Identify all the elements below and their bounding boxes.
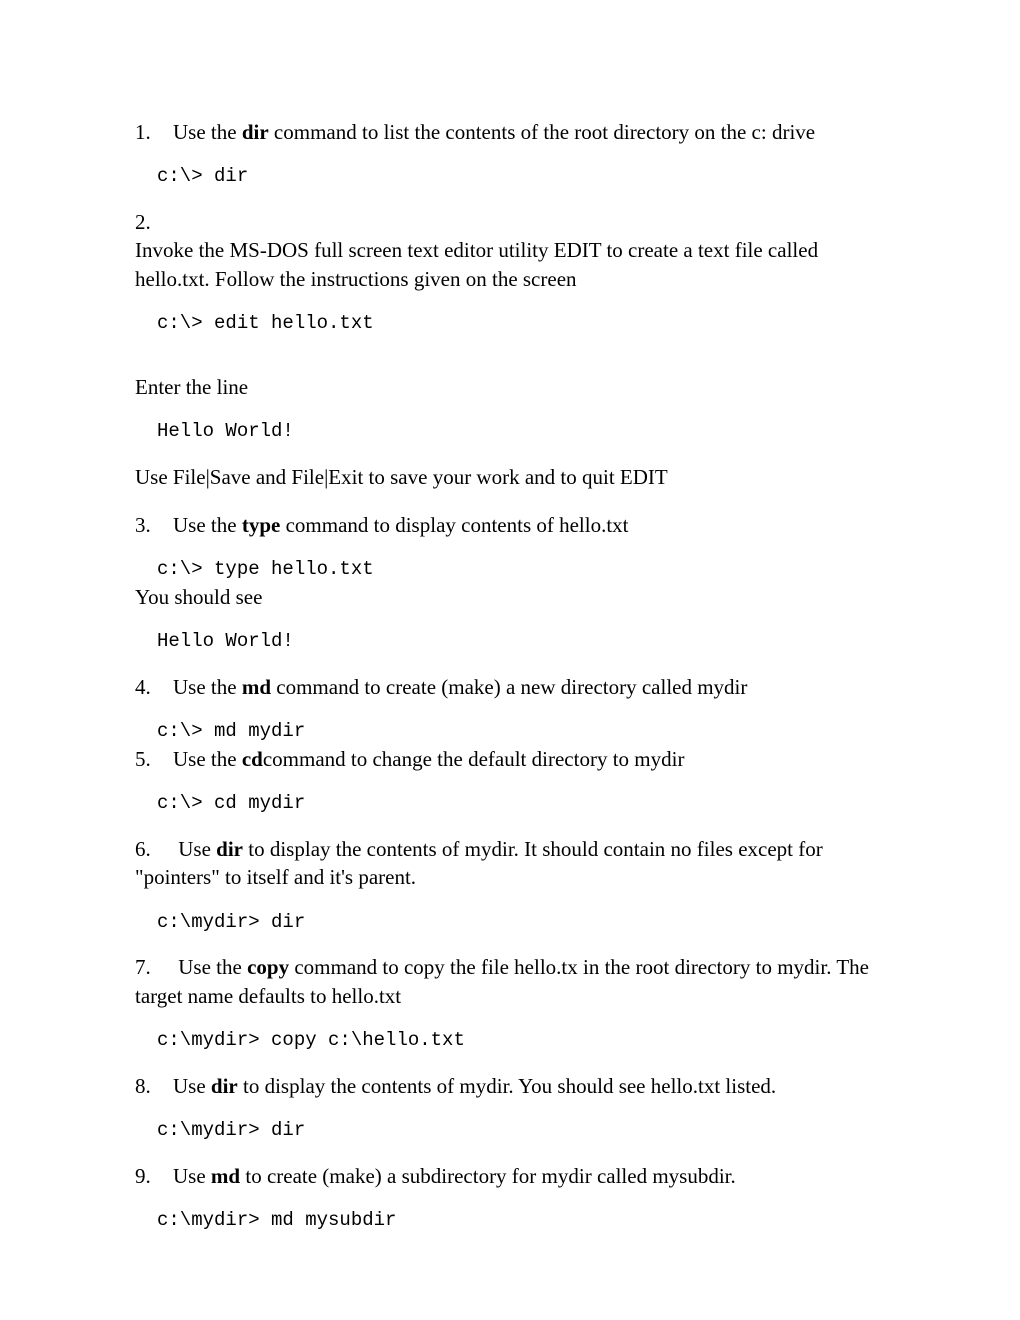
list-item: 3. Use the type command to display conte… <box>135 511 885 539</box>
step-body: Use the cdcommand to change the default … <box>173 745 885 773</box>
step-pre-text: Use <box>178 837 216 861</box>
step-body: Use md to create (make) a subdirectory f… <box>173 1162 885 1190</box>
step-pre-text: Use <box>173 1074 211 1098</box>
list-item: 6. Use dir to display the contents of my… <box>135 835 885 892</box>
list-item: 8. Use dir to display the contents of my… <box>135 1072 885 1100</box>
step-post-text: command to list the contents of the root… <box>269 120 815 144</box>
list-item: 2. Invoke the MS-DOS full screen text ed… <box>135 208 885 293</box>
step-pre-text: Use the <box>173 513 242 537</box>
code-block: c:\> cd mydir <box>157 791 885 817</box>
step-body: Use the dir command to list the contents… <box>173 118 885 146</box>
step-number: 3. <box>135 511 173 539</box>
list-item: 9. Use md to create (make) a subdirector… <box>135 1162 885 1190</box>
step-bold: md <box>242 675 271 699</box>
step-body: Use the md command to create (make) a ne… <box>173 673 885 701</box>
step-bold: dir <box>216 837 243 861</box>
step-bold: cd <box>242 747 263 771</box>
step-post-text: to create (make) a subdirectory for mydi… <box>240 1164 736 1188</box>
step-text: Invoke the MS-DOS full screen text edito… <box>135 238 818 290</box>
list-item: 1. Use the dir command to list the conte… <box>135 118 885 146</box>
step-bold: md <box>211 1164 240 1188</box>
step-bold: type <box>242 513 281 537</box>
step-pre-text: Use the <box>173 120 242 144</box>
step-pre-text: Use the <box>173 675 242 699</box>
step-number: 1. <box>135 118 173 146</box>
step-body: 7. Use the copy command to copy the file… <box>135 953 885 1010</box>
code-block: c:\> type hello.txt <box>157 557 885 583</box>
paragraph: You should see <box>135 583 885 611</box>
step-bold: dir <box>242 120 269 144</box>
step-body: 6. Use dir to display the contents of my… <box>135 835 885 892</box>
step-number: 4. <box>135 673 173 701</box>
step-pre-text: Use the <box>173 747 242 771</box>
step-body: Use the type command to display contents… <box>173 511 885 539</box>
list-item: 4. Use the md command to create (make) a… <box>135 673 885 701</box>
code-block: c:\mydir> dir <box>157 1118 885 1144</box>
step-post-text: command to change the default directory … <box>263 747 685 771</box>
step-bold: copy <box>247 955 289 979</box>
code-block: Hello World! <box>157 419 885 445</box>
code-block: c:\> edit hello.txt <box>157 311 885 337</box>
list-item: 5. Use the cdcommand to change the defau… <box>135 745 885 773</box>
step-number: 5. <box>135 745 173 773</box>
step-post-text: to display the contents of mydir. You sh… <box>238 1074 776 1098</box>
list-item: 7. Use the copy command to copy the file… <box>135 953 885 1010</box>
step-bold: dir <box>211 1074 238 1098</box>
step-pre-text: Use <box>173 1164 211 1188</box>
code-block: c:\mydir> md mysubdir <box>157 1208 885 1234</box>
paragraph: Use File|Save and File|Exit to save your… <box>135 463 885 491</box>
code-block: Hello World! <box>157 629 885 655</box>
step-number: 8. <box>135 1072 173 1100</box>
step-number: 9. <box>135 1162 173 1190</box>
step-body: 2. Invoke the MS-DOS full screen text ed… <box>135 208 885 293</box>
code-block: c:\mydir> dir <box>157 910 885 936</box>
paragraph: Enter the line <box>135 373 885 401</box>
step-body: Use dir to display the contents of mydir… <box>173 1072 885 1100</box>
code-block: c:\> md mydir <box>157 719 885 745</box>
code-block: c:\mydir> copy c:\hello.txt <box>157 1028 885 1054</box>
code-block: c:\> dir <box>157 164 885 190</box>
step-pre-text: Use the <box>178 955 247 979</box>
step-post-text: command to display contents of hello.txt <box>280 513 628 537</box>
step-post-text: command to create (make) a new directory… <box>271 675 747 699</box>
